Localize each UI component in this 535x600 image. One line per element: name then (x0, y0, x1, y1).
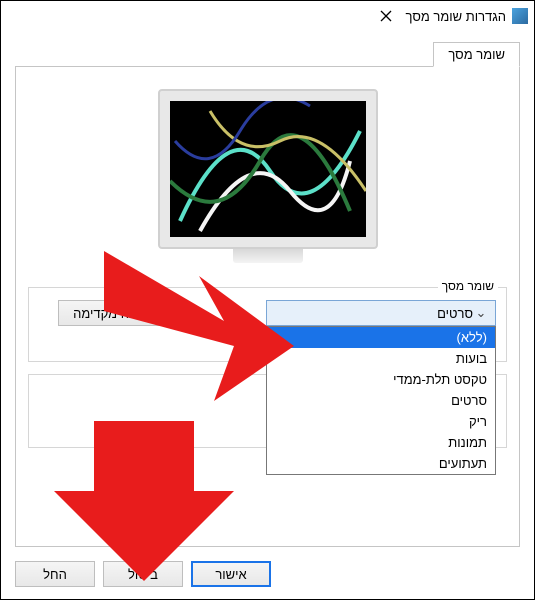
preview-button[interactable]: תצוגה מקדימה (58, 300, 169, 326)
monitor-preview (28, 89, 507, 269)
tab-label: שומר מסך (448, 47, 505, 62)
tab-strip: שומר מסך (15, 41, 520, 67)
settings-window: הגדרות שומר מסך שומר מסך (0, 0, 535, 600)
dialog-buttons: החל ביטול אישור (15, 561, 271, 587)
screensaver-dropdown[interactable]: ⌄ סרטים (ללא)בועותטקסט תלת-ממדיסרטיםריקת… (266, 300, 496, 326)
monitor-graphic (158, 89, 378, 269)
dropdown-option[interactable]: תעתועים (267, 453, 495, 474)
chevron-down-icon: ⌄ (473, 305, 489, 321)
group-label-screensaver: שומר מסך (438, 279, 498, 293)
dropdown-button[interactable]: ⌄ סרטים (266, 300, 496, 326)
close-button[interactable] (366, 1, 406, 31)
ok-button[interactable]: אישור (191, 561, 271, 587)
apply-button[interactable]: החל (15, 561, 95, 587)
tab-screensaver[interactable]: שומר מסך (433, 42, 520, 67)
dropdown-option[interactable]: טקסט תלת-ממדי (267, 369, 495, 390)
dropdown-option[interactable]: בועות (267, 348, 495, 369)
screensaver-icon (512, 8, 528, 24)
cancel-button[interactable]: ביטול (103, 561, 183, 587)
dropdown-option[interactable]: סרטים (267, 390, 495, 411)
dropdown-option[interactable]: תמונות (267, 432, 495, 453)
dropdown-current: סרטים (273, 306, 473, 321)
dropdown-list[interactable]: (ללא)בועותטקסט תלת-ממדיסרטיםריקתמונותתעת… (266, 326, 496, 475)
dropdown-option[interactable]: (ללא) (267, 327, 495, 348)
title-wrap: הגדרות שומר מסך (406, 8, 528, 24)
titlebar: הגדרות שומר מסך (1, 1, 534, 31)
screensaver-group: שומר מסך ⌄ סרטים (ללא)בועותטקסט תלת-ממדי… (28, 287, 507, 362)
dropdown-option[interactable]: ריק (267, 411, 495, 432)
window-title: הגדרות שומר מסך (406, 9, 506, 24)
content-area: שומר מסך (1, 31, 534, 599)
close-icon (380, 10, 392, 22)
tab-body: שומר מסך ⌄ סרטים (ללא)בועותטקסט תלת-ממדי… (15, 67, 520, 547)
monitor-screen (170, 101, 366, 237)
